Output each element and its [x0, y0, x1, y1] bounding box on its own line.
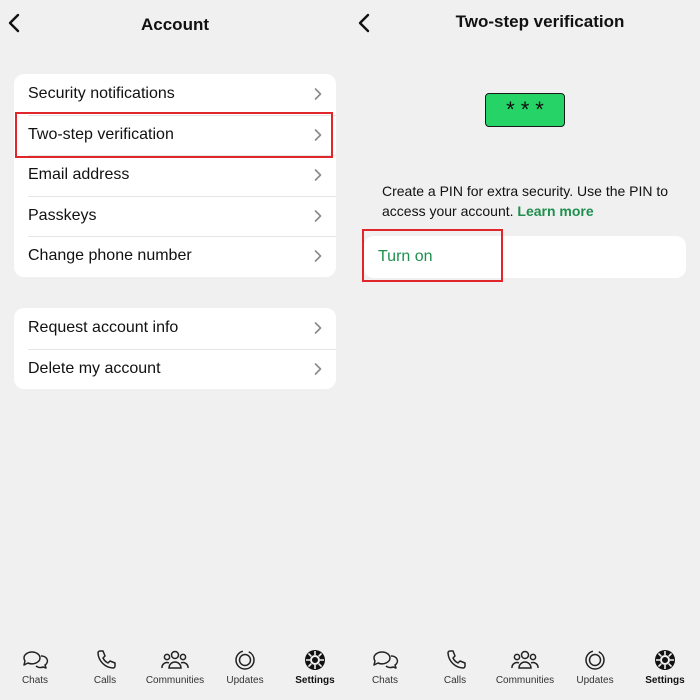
updates-icon: [585, 650, 605, 670]
request-account-info-item[interactable]: Request account info: [14, 308, 336, 349]
account-settings-group-2: Request account info Delete my account: [14, 308, 336, 389]
settings-icon: [305, 650, 325, 670]
item-label: Email address: [28, 166, 130, 184]
delete-my-account-item[interactable]: Delete my account: [14, 348, 336, 390]
passkeys-item[interactable]: Passkeys: [14, 195, 336, 237]
tab-communities[interactable]: Communities: [140, 648, 210, 686]
item-label: Passkeys: [28, 206, 97, 224]
item-label: Request account info: [28, 319, 179, 337]
tab-label: Communities: [495, 675, 555, 686]
tab-label: Settings: [295, 675, 335, 686]
tab-label: Chats: [21, 675, 49, 686]
page-title: Two-step verification: [455, 12, 625, 31]
email-address-item[interactable]: Email address: [14, 155, 336, 196]
tab-label: Communities: [145, 675, 205, 686]
tab-chats[interactable]: Chats: [350, 648, 420, 686]
communities-icon: [511, 650, 539, 669]
tab-chats[interactable]: Chats: [0, 648, 70, 686]
tab-label: Calls: [93, 675, 117, 686]
chevron-right-icon: [314, 322, 322, 335]
item-label: Two-step verification: [28, 125, 174, 143]
tab-label: Updates: [576, 675, 614, 686]
updates-icon: [235, 650, 255, 670]
calls-icon: [447, 650, 466, 669]
tab-settings[interactable]: Settings: [630, 648, 700, 686]
pin-illustration: ***: [485, 93, 565, 127]
item-label: Security notifications: [28, 85, 175, 103]
item-label: Change phone number: [28, 247, 192, 265]
chevron-right-icon: [314, 250, 322, 263]
account-settings-group-1: Security notifications Two-step verifica…: [14, 74, 336, 277]
tab-label: Settings: [645, 675, 685, 686]
tab-communities[interactable]: Communities: [490, 648, 560, 686]
chevron-right-icon: [314, 128, 322, 141]
chevron-right-icon: [314, 362, 322, 375]
account-topbar: Account: [0, 0, 350, 50]
calls-icon: [97, 650, 116, 669]
chevron-left-icon: [358, 13, 370, 33]
two-step-verification-item[interactable]: Two-step verification: [14, 114, 336, 156]
chevron-right-icon: [314, 88, 322, 101]
change-phone-number-item[interactable]: Change phone number: [14, 236, 336, 277]
turn-on-button[interactable]: Turn on: [378, 248, 433, 266]
two-step-verification-screen: Two-step verification *** Create a PIN f…: [350, 0, 700, 700]
chevron-right-icon: [314, 209, 322, 222]
page-title: Account: [141, 15, 209, 34]
chats-icon: [373, 651, 399, 669]
item-label: Delete my account: [28, 359, 161, 377]
security-notifications-item[interactable]: Security notifications: [14, 74, 336, 115]
pin-mask: ***: [506, 97, 550, 122]
two-step-topbar: Two-step verification: [350, 0, 700, 50]
back-button[interactable]: [354, 10, 374, 36]
settings-icon: [655, 650, 675, 670]
tab-settings[interactable]: Settings: [280, 648, 350, 686]
tab-calls[interactable]: Calls: [70, 648, 140, 686]
tab-calls[interactable]: Calls: [420, 648, 490, 686]
communities-icon: [161, 650, 189, 669]
learn-more-link[interactable]: Learn more: [517, 203, 593, 219]
pin-description: Create a PIN for extra security. Use the…: [382, 181, 682, 221]
tab-label: Calls: [443, 675, 467, 686]
tab-updates[interactable]: Updates: [560, 648, 630, 686]
chats-icon: [23, 651, 49, 669]
tab-label: Updates: [226, 675, 264, 686]
chevron-right-icon: [314, 169, 322, 182]
tab-label: Chats: [371, 675, 399, 686]
account-screen: Account Security notifications Two-step …: [0, 0, 350, 700]
tab-updates[interactable]: Updates: [210, 648, 280, 686]
